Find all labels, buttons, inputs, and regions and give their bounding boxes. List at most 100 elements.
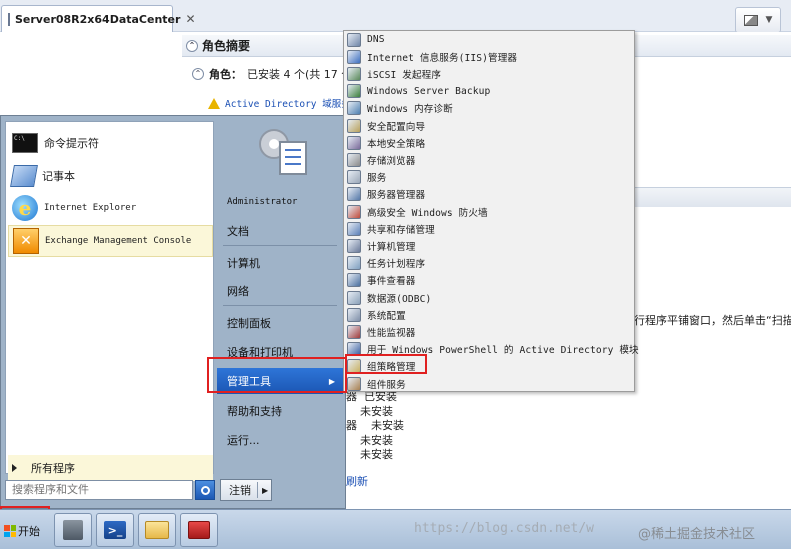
admin-tool-icon [347,66,361,81]
start-menu: C:\ 命令提示符 记事本 e Internet Explorer ✕ Exch… [0,115,346,509]
tab-server[interactable]: Server08R2x64DataCenter ✕ [1,5,196,32]
collapse-icon[interactable]: ⌃ [186,39,198,52]
admin-tool-icon [347,256,361,271]
admin-tool-item[interactable]: 任务计划程序 [344,255,634,272]
arrow-right-icon[interactable]: ▶ [258,486,268,495]
admin-tool-icon [347,101,361,116]
admin-tool-icon [347,170,361,185]
programs-pane: C:\ 命令提示符 记事本 e Internet Explorer ✕ Exch… [5,121,214,481]
collapse-icon[interactable]: ⌃ [192,68,204,80]
admin-tool-label: 服务 [367,173,387,185]
taskbar-explorer[interactable] [138,513,176,547]
admin-tool-item[interactable]: DNS [344,31,634,48]
search-input[interactable] [5,480,193,500]
chevron-down-icon: ▼ [765,15,773,25]
ad-link-label: Active Directory 域服务 [225,99,351,110]
start-label: 开始 [18,525,40,538]
ad-domain-services-link[interactable]: Active Directory 域服务 [208,96,351,110]
list-item: 器 已安装 [346,390,397,403]
list-item: 未安装 [346,448,393,462]
menu-item-control-panel[interactable]: 控制面板 [217,310,343,336]
taskbar-toolbox[interactable] [180,513,218,547]
admin-tool-icon [347,273,361,288]
admin-tool-icon [347,221,361,236]
close-icon[interactable]: ✕ [185,12,195,26]
admin-tool-item[interactable]: 事件查看器 [344,272,634,289]
places-pane: Administrator 文档 计算机 网络 控制面板 设备和打印机 管理工具… [217,121,345,474]
highlight-group-policy [345,354,427,374]
search-icon [200,485,210,495]
all-programs-label: 所有程序 [31,462,75,475]
menu-item-run[interactable]: 运行... [217,427,343,453]
menu-item-documents[interactable]: 文档 [217,218,343,244]
admin-tool-item[interactable]: 服务 [344,169,634,186]
program-label: 记事本 [42,170,75,183]
menu-item-administrator[interactable]: Administrator [217,189,343,215]
admin-tool-item[interactable]: Windows Server Backup [344,83,634,100]
tab-title: Server08R2x64DataCenter [15,12,181,26]
search-button[interactable] [195,480,215,500]
admin-tool-item[interactable]: iSCSI 发起程序 [344,65,634,82]
admin-tool-icon [347,324,361,339]
taskbar-server-manager[interactable] [54,513,92,547]
admin-tool-label: 共享和存储管理 [367,224,435,236]
admin-tool-item[interactable]: 组件服务 [344,375,634,392]
admin-tool-item[interactable]: 计算机管理 [344,237,634,254]
admin-tool-item[interactable]: 系统配置 [344,306,634,323]
warning-icon [208,97,220,109]
admin-tool-label: Internet 信息服务(IIS)管理器 [367,52,518,64]
explorer-folder-icon [145,521,169,539]
admin-tool-icon [347,84,361,99]
admin-tool-label: 系统配置 [367,310,406,322]
admin-tool-item[interactable]: 安全配置向导 [344,117,634,134]
divider [223,245,337,246]
all-programs-button[interactable]: 所有程序 [8,455,213,481]
menu-item-computer[interactable]: 计算机 [217,250,343,276]
tab-strip: Server08R2x64DataCenter ✕ ▼ [0,0,791,33]
admin-tool-item[interactable]: 服务器管理器 [344,186,634,203]
admin-tool-item[interactable]: 共享和存储管理 [344,220,634,237]
view-options-button[interactable]: ▼ [735,7,781,33]
start-button[interactable]: 开始 [2,514,46,548]
admin-tool-icon [347,135,361,150]
admin-tool-label: 计算机管理 [367,241,416,253]
hint-text: 行程序平铺窗口，然后单击“扫描此 [634,314,791,327]
admin-tool-item[interactable]: 存储浏览器 [344,151,634,168]
admin-tool-icon [347,32,361,47]
taskbar-powershell[interactable]: >_ [96,513,134,547]
admin-tool-label: 事件查看器 [367,276,416,288]
admin-tool-label: 服务器管理器 [367,190,426,202]
program-label: Internet Explorer [44,203,137,213]
roles-status: 已安装 4 个(共 17 个 [247,68,353,81]
admin-tool-item[interactable]: Internet 信息服务(IIS)管理器 [344,48,634,65]
admin-tool-label: 本地安全策略 [367,138,426,150]
program-cmd[interactable]: C:\ 命令提示符 [8,127,213,159]
admin-tool-label: 任务计划程序 [367,259,426,271]
section-title: 角色摘要 [202,39,251,53]
program-exchange[interactable]: ✕ Exchange Management Console [8,225,213,257]
admin-tool-item[interactable]: Windows 内存诊断 [344,100,634,117]
menu-item-network[interactable]: 网络 [217,278,343,304]
arrow-right-icon [12,464,17,472]
list-item: 未安装 [346,404,393,418]
refresh-link[interactable]: 刷新 [346,473,368,489]
program-ie[interactable]: e Internet Explorer [8,192,213,224]
admin-tool-icon [347,204,361,219]
admin-tool-label: Windows Server Backup [367,85,491,97]
admin-tool-label: iSCSI 发起程序 [367,69,442,81]
admin-tool-icon [347,49,361,64]
admin-tool-item[interactable]: 高级安全 Windows 防火墙 [344,203,634,220]
list-item: 未安装 [346,433,393,447]
admin-tool-item[interactable]: 性能监视器 [344,323,634,340]
program-label: 命令提示符 [44,137,99,150]
roles-label: 角色： [209,68,242,81]
exchange-icon: ✕ [13,228,39,254]
program-notepad[interactable]: 记事本 [8,160,213,192]
menu-item-help[interactable]: 帮助和支持 [217,398,343,424]
admin-tool-label: 数据源(ODBC) [367,293,432,305]
admin-tool-item[interactable]: 本地安全策略 [344,134,634,151]
powershell-icon: >_ [104,521,126,539]
logoff-button[interactable]: 注销 ▶ [220,479,272,501]
admin-tool-icon [347,238,361,253]
admin-tool-item[interactable]: 数据源(ODBC) [344,289,634,306]
